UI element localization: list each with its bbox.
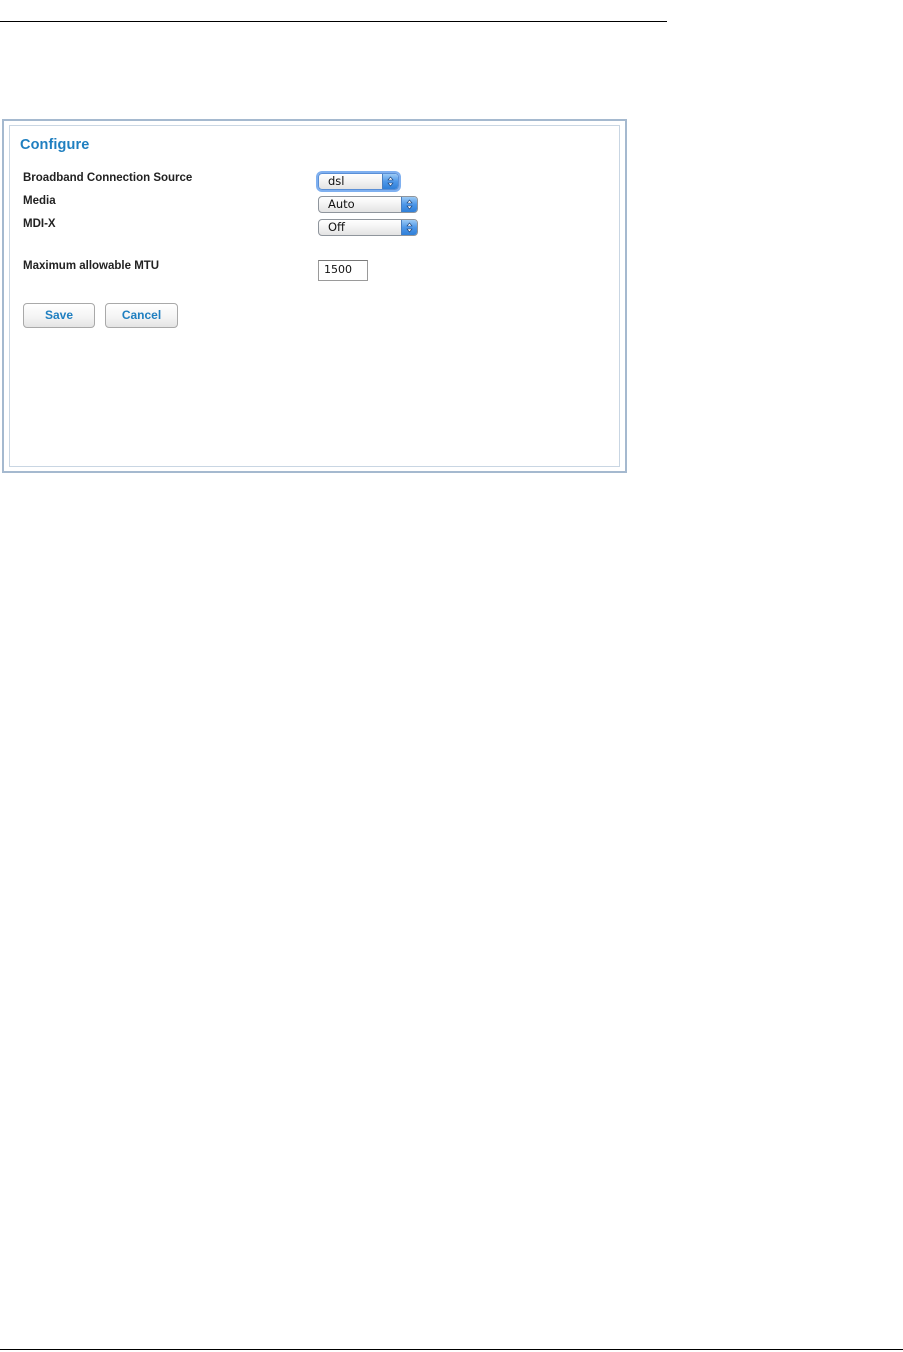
top-divider — [0, 21, 667, 22]
mdix-label: MDI-X — [23, 218, 56, 230]
panel-title: Configure — [20, 137, 90, 153]
mdix-value: Off — [328, 220, 345, 234]
save-button[interactable]: Save — [23, 303, 95, 328]
broadband-source-label: Broadband Connection Source — [23, 172, 193, 184]
select-arrows-icon — [401, 197, 417, 212]
broadband-source-value: dsl — [328, 174, 345, 188]
mtu-label: Maximum allowable MTU — [23, 260, 160, 272]
select-arrows-icon — [401, 220, 417, 235]
bottom-divider — [0, 1349, 903, 1350]
media-select[interactable]: Auto — [318, 196, 418, 213]
mtu-input[interactable]: 1500 — [318, 260, 368, 281]
cancel-button[interactable]: Cancel — [105, 303, 178, 328]
mdix-select[interactable]: Off — [318, 219, 418, 236]
broadband-source-select[interactable]: dsl — [318, 173, 399, 190]
select-arrows-icon — [382, 174, 398, 189]
media-value: Auto — [328, 197, 355, 211]
media-label: Media — [23, 195, 56, 207]
